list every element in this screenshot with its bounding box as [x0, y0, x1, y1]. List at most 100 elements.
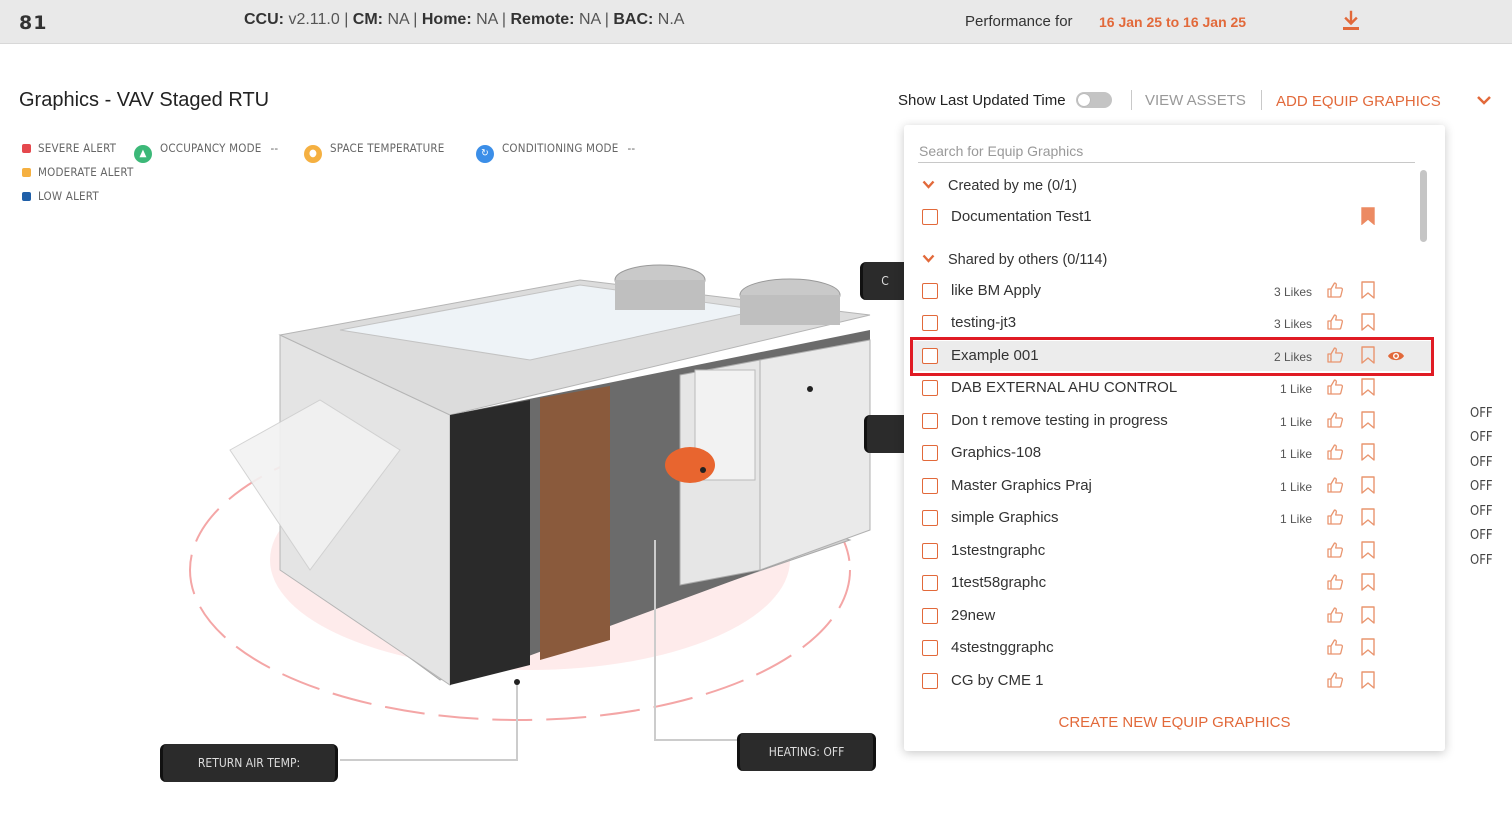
item-name: 1stestngraphc — [951, 542, 1046, 559]
item-name: Graphics-108 — [951, 444, 1042, 461]
list-item[interactable]: DAB EXTERNAL AHU CONTROL 1 Like — [912, 373, 1432, 403]
item-checkbox[interactable] — [922, 283, 938, 299]
bookmark-icon[interactable] — [1361, 476, 1375, 494]
item-checkbox[interactable] — [922, 413, 938, 429]
item-checkbox[interactable] — [922, 608, 938, 624]
site-id: 81 — [19, 12, 48, 34]
occupancy-label: OCCUPANCY MODE — [160, 141, 262, 155]
thumbs-up-icon[interactable] — [1326, 443, 1344, 461]
heating-status-tag[interactable]: HEATING: OFF — [737, 733, 876, 771]
conditioning-icon: ↻ — [476, 144, 494, 163]
home-label: Home: — [421, 11, 472, 28]
list-item[interactable]: Documentation Test1 — [912, 202, 1432, 232]
chevron-down-icon[interactable] — [1476, 95, 1492, 105]
list-item[interactable]: 1stestngraphc — [912, 536, 1432, 566]
thumbs-up-icon[interactable] — [1326, 606, 1344, 624]
thumbs-up-icon[interactable] — [1326, 541, 1344, 559]
bookmark-icon[interactable] — [1361, 541, 1375, 559]
thumbs-up-icon[interactable] — [1326, 638, 1344, 656]
remote-label: Remote: — [510, 11, 575, 28]
download-icon[interactable] — [1341, 10, 1361, 32]
chevron-down-icon — [922, 254, 935, 263]
status-value: OFF — [1470, 504, 1493, 519]
item-name: Master Graphics Praj — [951, 477, 1092, 494]
list-item[interactable]: simple Graphics 1 Like — [912, 503, 1432, 533]
divider — [1131, 90, 1132, 110]
bookmark-icon[interactable] — [1361, 638, 1375, 656]
thumbs-up-icon[interactable] — [1326, 313, 1344, 331]
list-item[interactable]: 1test58graphc — [912, 568, 1432, 598]
status-value: OFF — [1470, 455, 1493, 470]
likes-count: 3 Likes — [1273, 285, 1312, 299]
occupancy-value: -- — [270, 141, 279, 155]
item-checkbox[interactable] — [922, 543, 938, 559]
item-checkbox[interactable] — [922, 445, 938, 461]
bac-label: BAC: — [613, 11, 654, 28]
legend-conditioning-mode: ↻ CONDITIONING MODE -- — [476, 141, 635, 163]
thumbs-up-icon[interactable] — [1326, 476, 1344, 494]
item-checkbox[interactable] — [922, 575, 938, 591]
likes-count: 1 Like — [1279, 415, 1312, 429]
bookmark-icon[interactable] — [1361, 443, 1375, 461]
bookmark-icon[interactable] — [1361, 411, 1375, 429]
legend-moderate-alert: MODERATE ALERT — [22, 165, 133, 179]
view-assets-link[interactable]: VIEW ASSETS — [1145, 92, 1246, 109]
bookmark-icon[interactable] — [1361, 378, 1375, 396]
thumbs-up-icon[interactable] — [1326, 378, 1344, 396]
likes-count: 1 Like — [1279, 382, 1312, 396]
cm-label: CM: — [352, 11, 384, 28]
bookmark-icon[interactable] — [1361, 281, 1375, 299]
list-item[interactable]: testing-jt3 3 Likes — [912, 308, 1432, 338]
created-by-me-group[interactable]: Created by me (0/1) — [922, 178, 1077, 194]
list-item[interactable]: Graphics-108 1 Like — [912, 438, 1432, 468]
item-name: CG by CME 1 — [951, 672, 1044, 689]
likes-count: 1 Like — [1279, 480, 1312, 494]
item-checkbox[interactable] — [922, 209, 938, 225]
cm-value: NA | — [383, 11, 422, 28]
show-last-updated-toggle[interactable] — [1076, 92, 1112, 108]
conditioning-value: -- — [627, 141, 636, 155]
bookmark-filled-icon[interactable] — [1361, 207, 1375, 225]
thumbs-up-icon[interactable] — [1326, 411, 1344, 429]
search-equip-graphics-input[interactable] — [918, 139, 1415, 163]
list-item[interactable]: 29new — [912, 601, 1432, 631]
list-item[interactable]: Don t remove testing in progress 1 Like — [912, 406, 1432, 436]
bookmark-icon[interactable] — [1361, 573, 1375, 591]
ccu-label: CCU: — [244, 11, 284, 28]
item-checkbox[interactable] — [922, 640, 938, 656]
bookmark-icon[interactable] — [1361, 508, 1375, 526]
create-new-equip-graphics-button[interactable]: CREATE NEW EQUIP GRAPHICS — [904, 714, 1445, 731]
top-sensor-tag[interactable]: C — [860, 262, 910, 300]
thumbs-up-icon[interactable] — [1326, 573, 1344, 591]
thumbs-up-icon[interactable] — [1326, 281, 1344, 299]
bookmark-icon[interactable] — [1361, 313, 1375, 331]
item-name: Don t remove testing in progress — [951, 412, 1168, 429]
item-checkbox[interactable] — [922, 315, 938, 331]
thumbs-up-icon[interactable] — [1326, 671, 1344, 689]
likes-count: 1 Like — [1279, 447, 1312, 461]
performance-date-range[interactable]: 16 Jan 25 to 16 Jan 25 — [1099, 14, 1246, 30]
thumbs-up-icon[interactable] — [1326, 508, 1344, 526]
list-item[interactable]: like BM Apply 3 Likes — [912, 276, 1432, 306]
bookmark-icon[interactable] — [1361, 671, 1375, 689]
shared-by-others-group[interactable]: Shared by others (0/114) — [922, 252, 1107, 268]
bookmark-icon[interactable] — [1361, 606, 1375, 624]
item-name: testing-jt3 — [951, 314, 1017, 331]
item-checkbox[interactable] — [922, 510, 938, 526]
moderate-alert-swatch — [22, 168, 31, 177]
status-value: OFF — [1470, 553, 1493, 568]
return-air-temp-tag[interactable]: RETURN AIR TEMP: — [160, 744, 338, 782]
item-checkbox[interactable] — [922, 380, 938, 396]
divider — [1261, 90, 1262, 110]
status-value: OFF — [1470, 406, 1493, 421]
performance-label: Performance for — [965, 13, 1073, 30]
chevron-down-icon — [922, 180, 935, 189]
item-checkbox[interactable] — [922, 478, 938, 494]
remote-value: NA | — [574, 11, 614, 28]
list-item[interactable]: 4stestnggraphc — [912, 633, 1432, 663]
add-equip-graphics-button[interactable]: ADD EQUIP GRAPHICS — [1276, 93, 1441, 110]
list-item[interactable]: Master Graphics Praj 1 Like — [912, 471, 1432, 501]
list-item[interactable]: CG by CME 1 — [912, 666, 1432, 696]
item-name: 29new — [951, 607, 996, 624]
item-checkbox[interactable] — [922, 673, 938, 689]
